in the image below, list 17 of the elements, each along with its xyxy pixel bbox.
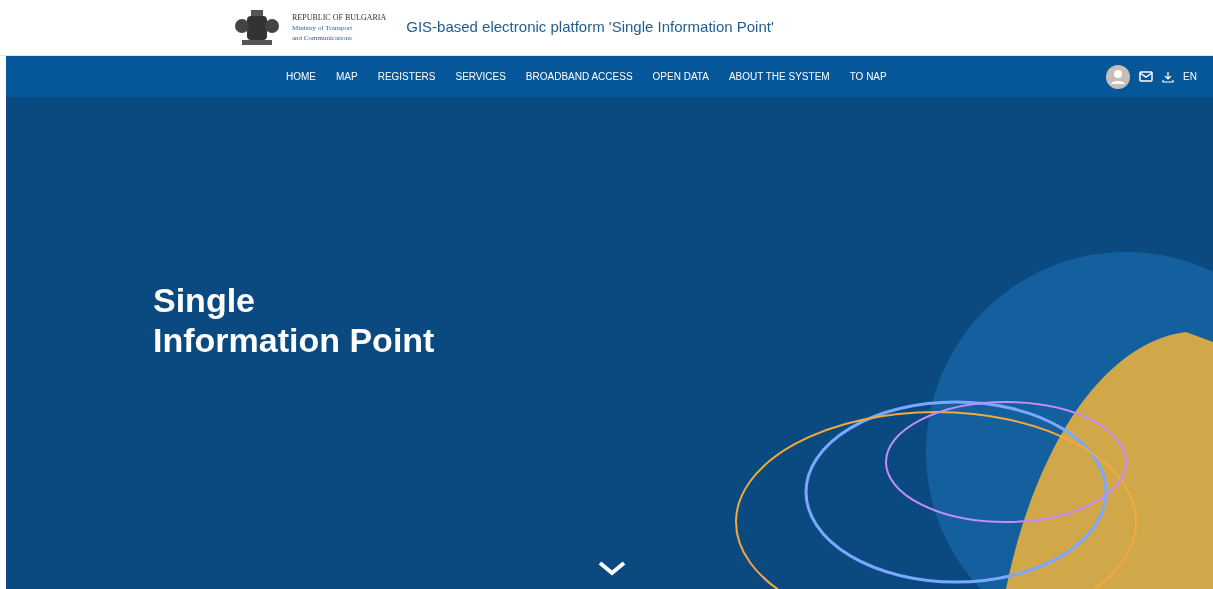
hero-title: Single <box>153 280 257 320</box>
platform-title: GIS-based electronic platform 'Single Information Point' <box>406 17 774 38</box>
nav-link[interactable]: ABOUT THE SYSTEM <box>728 69 830 84</box>
download-icon[interactable] <box>1162 70 1175 83</box>
nav-link[interactable]: OPEN DATA <box>652 69 709 84</box>
mail-icon[interactable] <box>1139 71 1154 82</box>
avatar-icon[interactable] <box>1106 64 1131 89</box>
nav-link[interactable]: BROADBAND ACCESS <box>525 69 633 84</box>
chevron-down-icon[interactable] <box>597 560 627 576</box>
nav-link[interactable]: HOME <box>286 69 316 84</box>
nav-link[interactable]: TO NAP <box>849 69 887 84</box>
hero-title: Information Point <box>153 320 435 360</box>
nav-link[interactable]: REGISTERS <box>377 69 436 84</box>
nav-link[interactable]: SERVICES <box>455 69 506 84</box>
language-selector[interactable]: EN <box>1183 69 1197 84</box>
nav-link[interactable]: MAP <box>336 69 358 84</box>
ministry-text: REPUBLIC OF BULGARIA <box>292 12 387 23</box>
